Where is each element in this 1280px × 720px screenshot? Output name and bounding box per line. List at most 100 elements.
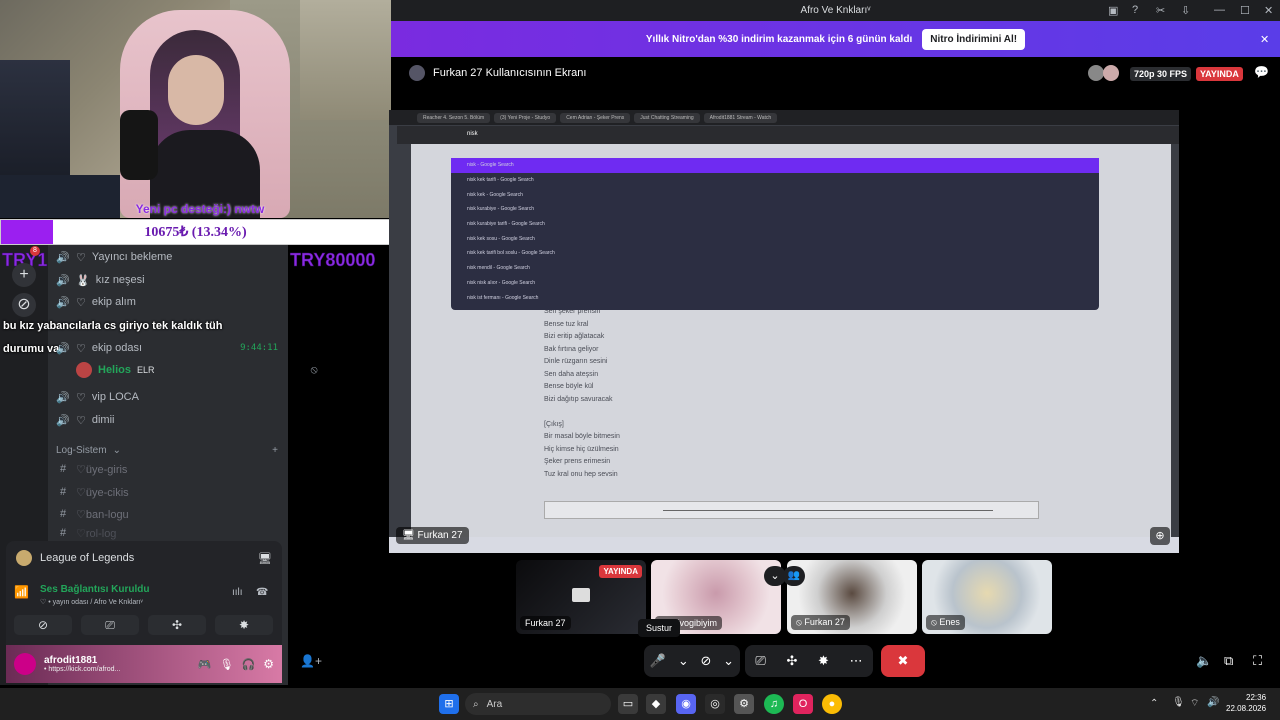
add-people-icon[interactable]: 👥 xyxy=(783,566,805,586)
voice-channel-2[interactable]: 🔊 🐰 kız neşesi xyxy=(56,269,284,291)
chevron-down-icon[interactable]: ⌄ xyxy=(678,653,689,669)
channel-label: dimii xyxy=(91,414,115,426)
maximize-icon[interactable]: ☐ xyxy=(1240,4,1250,17)
soundboard-button[interactable]: ✸ xyxy=(215,615,273,635)
screen-icon xyxy=(572,588,590,602)
nitro-text: Yıllık Nitro'dan %30 indirim kazanmak iç… xyxy=(645,33,913,45)
participant-tile-enes[interactable]: ⦸ Enes xyxy=(922,560,1052,634)
start-icon[interactable]: ⊞ xyxy=(439,694,459,714)
help-icon[interactable]: ? xyxy=(1132,4,1138,16)
volume-icon[interactable]: 🔈 xyxy=(1196,653,1212,669)
search-placeholder: Ara xyxy=(486,698,503,710)
participant-tile-furkan-stream[interactable]: YAYINDA Furkan 27 xyxy=(516,560,646,634)
gear-icon[interactable]: ⚙ xyxy=(263,657,274,671)
discord-app-icon[interactable]: ◉ xyxy=(676,694,696,714)
headphones-icon[interactable]: 🎧 xyxy=(242,658,256,671)
stream-name-label: 🖥 Furkan 27 xyxy=(396,527,469,544)
chevron-down-icon[interactable]: ⌄ xyxy=(723,653,734,669)
channel-prefix: ♡ xyxy=(76,391,86,404)
opera-app-icon[interactable]: O xyxy=(793,694,813,714)
leave-call-button[interactable]: ✖ xyxy=(881,645,925,677)
disconnect-icon[interactable]: ☎ xyxy=(256,587,268,598)
tray-mic-icon[interactable]: 🎙 xyxy=(1172,697,1185,708)
spotify-app-icon[interactable]: ♫ xyxy=(764,694,784,714)
lyrics-block: Sen şeker prensin Bense tuz kral Bizi er… xyxy=(544,306,620,481)
settings-app-icon[interactable]: ⚙ xyxy=(734,694,754,714)
clock-date: 22.08.2026 xyxy=(1226,704,1267,713)
obs-app-icon[interactable]: ◎ xyxy=(705,694,725,714)
channel-label: ♡üye-giris xyxy=(76,463,128,476)
microphone-icon[interactable]: 🎙 xyxy=(220,658,234,671)
text-channel-2[interactable]: # ♡üye-cikis xyxy=(56,481,284,503)
add-server-icon[interactable]: + xyxy=(12,263,36,287)
voice-channel-3[interactable]: 🔊 ♡ ekip alım xyxy=(56,291,284,313)
voice-channel-1[interactable]: 🔊 ♡ Yayıncı bekleme xyxy=(56,246,284,268)
chat-icon[interactable]: 💬 xyxy=(1254,65,1269,79)
popout-icon[interactable]: ⧉ xyxy=(1224,653,1233,669)
avatar[interactable] xyxy=(14,653,36,675)
overlay-chat-message-2: durumu var xyxy=(3,343,64,355)
nitro-offer-button[interactable]: Nitro İndirimini Al! xyxy=(922,28,1026,50)
video-off-button[interactable]: ⊘ xyxy=(14,615,72,635)
cam-door xyxy=(300,0,391,120)
voice-status-subtitle[interactable]: ♡ • yayın odası / Afro Ve Knklarıᵛ xyxy=(40,598,143,606)
suggestion: nisk mendil - Google Search xyxy=(467,265,530,272)
channel-label: ♡rol-log xyxy=(76,527,117,540)
voice-channel-6[interactable]: 🔊 ♡ dimii xyxy=(56,409,284,431)
gamepad-icon[interactable]: 🎮 xyxy=(198,658,212,671)
voice-user-helios[interactable]: Helios ELR ⦸ xyxy=(76,362,318,378)
activities-button[interactable]: ✣ xyxy=(148,615,206,635)
tray-network-icon[interactable]: ⌔ xyxy=(1190,697,1199,710)
voice-channel-5[interactable]: 🔊 ♡ vip LOCA xyxy=(56,386,284,408)
url-query: nisk xyxy=(467,131,478,137)
updates-icon[interactable]: ⇩ xyxy=(1181,4,1190,17)
channel-timer: 9:44:11 xyxy=(240,343,278,353)
system-clock[interactable]: 22:36 22.08.2026 xyxy=(1226,692,1266,714)
league-app-icon[interactable]: ◆ xyxy=(646,694,666,714)
camera-off-button[interactable]: ⊘ xyxy=(701,653,712,669)
share-screen-button[interactable]: ⎚ xyxy=(755,653,765,669)
lyric-line: Bizi eritip ağlatacak xyxy=(544,333,605,340)
tray-volume-icon[interactable]: 🔊 xyxy=(1207,697,1219,708)
screen-share-icon[interactable]: 🖥 xyxy=(258,552,272,565)
explore-servers-icon[interactable]: ⊘ xyxy=(12,293,36,317)
voice-channel-4[interactable]: 🔊 ♡ ekip odası 9:44:11 xyxy=(56,337,284,359)
add-channel-icon[interactable]: + xyxy=(272,445,278,456)
activity-card[interactable]: League of Legends 🖥 xyxy=(6,541,282,575)
viewer-avatar[interactable] xyxy=(1103,65,1119,81)
share-screen-button[interactable]: ⎚ xyxy=(81,615,139,635)
voice-status-title[interactable]: Ses Bağlantısı Kuruldu xyxy=(40,584,149,595)
taskbar-search[interactable]: ⌕ Ara xyxy=(465,693,611,715)
lyric-line xyxy=(544,406,620,419)
more-icon[interactable]: ⋯ xyxy=(850,653,863,669)
cam-pc xyxy=(0,60,70,180)
soundboard-button[interactable]: ✸ xyxy=(818,653,829,669)
close-icon[interactable]: ✕ xyxy=(1264,4,1273,17)
participant-tile-furkan[interactable]: ⦸ Furkan 27 xyxy=(787,560,917,634)
stream-video[interactable]: Reacher 4. Sezon 5. Bölüm (3) Yeni Proje… xyxy=(389,110,1179,553)
channel-prefix: ♡ xyxy=(76,251,86,264)
mute-button[interactable]: 🎤 xyxy=(650,653,666,669)
close-banner-icon[interactable]: ✕ xyxy=(1260,33,1269,46)
noise-suppression-icon[interactable]: ıılı xyxy=(232,587,243,598)
text-channel-3[interactable]: # ♡ban-logu xyxy=(56,503,284,525)
zoom-icon[interactable]: ⊕ xyxy=(1150,527,1170,545)
minimize-icon[interactable]: — xyxy=(1214,4,1225,16)
text-channel-1[interactable]: # ♡üye-giris xyxy=(56,458,284,480)
activities-button[interactable]: ✣ xyxy=(786,653,797,669)
chrome-app-icon[interactable]: ● xyxy=(822,694,842,714)
tray-chevron-icon[interactable]: ⌃ xyxy=(1150,698,1158,709)
title-bar: Afro Ve Knklarıᵛ xyxy=(391,0,1280,21)
taskview-icon[interactable]: ▭ xyxy=(618,694,638,714)
channel-label: vip LOCA xyxy=(91,391,139,403)
viewer-avatar[interactable] xyxy=(1088,65,1104,81)
suggestion: nisk ist fermanı - Google Search xyxy=(467,294,539,301)
user-info[interactable]: afrodit1881 • https://kick.com/afrod... xyxy=(44,655,120,673)
invite-user-icon[interactable]: 👤+ xyxy=(300,654,322,668)
stream-off-icon: ⦸ xyxy=(310,363,318,376)
text-channel-4[interactable]: # ♡rol-log xyxy=(56,526,284,540)
tools-icon[interactable]: ✂ xyxy=(1156,4,1165,17)
speaker-icon: 🔊 xyxy=(56,342,70,355)
inbox-icon[interactable]: ▣ xyxy=(1108,4,1118,17)
fullscreen-icon[interactable]: ⛶ xyxy=(1253,653,1262,669)
